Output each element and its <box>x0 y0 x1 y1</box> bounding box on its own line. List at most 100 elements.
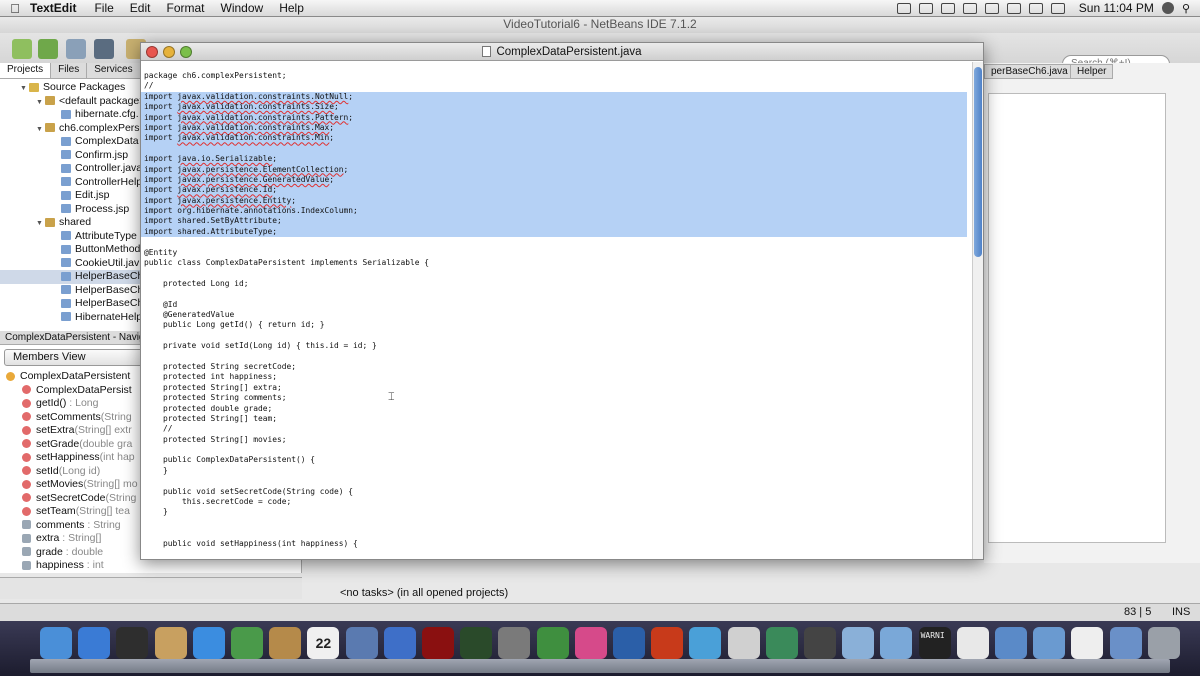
tab-services[interactable]: Services <box>87 63 141 78</box>
menu-bar:  TextEdit File Edit Format Window Help … <box>0 0 1200 17</box>
menu-format[interactable]: Format <box>166 1 204 15</box>
safari-icon[interactable] <box>192 627 225 659</box>
itunes-icon[interactable] <box>383 627 416 659</box>
member-item[interactable]: happiness : int <box>0 559 301 573</box>
preview-icon[interactable] <box>842 627 875 659</box>
dashboard-icon[interactable] <box>116 627 149 659</box>
timemachine-icon[interactable] <box>460 627 493 659</box>
code-line: this.secretCode = code; <box>144 497 973 507</box>
code-line: public class ComplexDataPersistent imple… <box>144 258 973 268</box>
code-text: package ch6.complexPersistent; <box>144 71 287 80</box>
imovie-icon[interactable] <box>804 627 836 659</box>
tab-projects[interactable]: Projects <box>0 63 52 78</box>
code-text: ; <box>334 102 339 112</box>
appstore-icon[interactable] <box>78 627 111 659</box>
facetime-icon[interactable] <box>231 627 263 659</box>
status-bar: 83 | 5 INS <box>0 603 1200 621</box>
vertical-scrollbar[interactable] <box>972 62 983 559</box>
documents-folder-icon[interactable] <box>1033 627 1066 659</box>
new-project-icon[interactable] <box>12 39 32 59</box>
expand-triangle-icon[interactable]: ▼ <box>20 82 29 96</box>
package-icon <box>45 123 55 133</box>
new-file-icon[interactable] <box>38 39 58 59</box>
status-tray: Sun 11:04 PM ⚲ <box>896 1 1190 15</box>
menu-edit[interactable]: Edit <box>130 1 151 15</box>
menu-app-name[interactable]: TextEdit <box>30 1 76 15</box>
battery-icon[interactable] <box>1050 2 1065 14</box>
code-line: protected String secretCode; <box>144 362 973 372</box>
code-text: ; <box>348 112 354 122</box>
code-line: import javax.persistence.GeneratedValue; <box>141 174 967 186</box>
fireworks-icon[interactable] <box>574 627 607 659</box>
dreamweaver-icon[interactable] <box>536 627 569 659</box>
member-name: setSecretCode <box>36 491 106 504</box>
menu-window[interactable]: Window <box>221 1 264 15</box>
window-icon[interactable] <box>918 2 933 14</box>
flash-icon[interactable] <box>651 627 684 659</box>
field-icon <box>22 560 31 570</box>
tree-item-label: ComplexData <box>75 135 139 147</box>
scroll-thumb[interactable] <box>974 67 982 257</box>
messenger-icon[interactable] <box>689 627 722 659</box>
caret-position: 83 | 5 <box>1124 606 1152 618</box>
screen-record-icon[interactable] <box>896 2 911 14</box>
expand-triangle-icon[interactable]: ▼ <box>36 217 45 231</box>
textedit-icon[interactable] <box>956 627 989 659</box>
tab-helper[interactable]: Helper <box>1070 64 1114 79</box>
finder-icon[interactable] <box>40 627 72 659</box>
spotlight-icon[interactable]: ⚲ <box>1182 2 1190 15</box>
virtualbox-icon[interactable] <box>880 627 913 659</box>
app-icon[interactable] <box>727 627 760 659</box>
file-icon[interactable] <box>1071 627 1104 659</box>
textedit-titlebar[interactable]: ComplexDataPersistent.java <box>141 43 983 61</box>
tab-files[interactable]: Files <box>51 63 88 78</box>
console-icon[interactable]: WARNI <box>918 627 951 659</box>
save-all-icon[interactable] <box>94 39 114 59</box>
menu-clock[interactable]: Sun 11:04 PM <box>1079 1 1154 15</box>
package-icon <box>45 217 55 227</box>
mail-stamp-icon[interactable] <box>154 627 187 659</box>
time-machine-icon[interactable] <box>984 2 999 14</box>
expand-triangle-icon[interactable]: ▼ <box>36 123 45 137</box>
code-text: import shared.SetByAttribute; <box>144 216 282 226</box>
bluetooth-icon[interactable] <box>962 2 977 14</box>
member-name: comments <box>36 518 85 531</box>
spelling-squiggle: javax.validation.constraints.Max <box>177 122 330 132</box>
vpn-icon[interactable] <box>940 2 955 14</box>
workbench-icon[interactable] <box>765 627 798 659</box>
close-button[interactable] <box>146 46 158 58</box>
member-name: happiness <box>36 559 84 571</box>
systemprefs-icon[interactable] <box>498 627 531 659</box>
insert-mode: INS <box>1172 606 1191 618</box>
menu-help[interactable]: Help <box>279 1 304 15</box>
file-icon <box>61 177 71 187</box>
calendar-icon[interactable]: 22 <box>307 627 340 659</box>
volume-icon[interactable] <box>1028 2 1043 14</box>
trash-icon[interactable] <box>1147 627 1180 659</box>
photoshop-icon[interactable] <box>613 627 645 659</box>
contacts-icon[interactable] <box>269 627 302 659</box>
code-line: import javax.validation.constraints.NotN… <box>141 91 967 103</box>
field-icon <box>22 533 31 543</box>
menu-file[interactable]: File <box>94 1 113 15</box>
wifi-icon[interactable] <box>1006 2 1021 14</box>
open-project-icon[interactable] <box>66 39 86 59</box>
code-line: import java.io.Serializable; <box>141 154 967 165</box>
code-text: public Long getId() { return id; } <box>144 320 325 330</box>
tree-item-label: ControllerHelp <box>75 175 143 188</box>
tree-item-label: ch6.complexPers <box>59 121 140 134</box>
text-editor[interactable]: package ch6.complexPersistent;//import j… <box>141 62 973 559</box>
apple-menu-icon[interactable]:  <box>0 1 30 16</box>
package-icon <box>45 96 55 106</box>
photobooth-icon[interactable] <box>422 627 454 659</box>
user-icon[interactable] <box>1161 2 1174 14</box>
code-line: import javax.validation.constraints.Patt… <box>141 112 967 123</box>
tab-helperbase[interactable]: perBaseCh6.java <box>984 64 1075 79</box>
zoom-button[interactable] <box>180 46 192 58</box>
downloads-icon[interactable] <box>1109 627 1142 659</box>
applications-folder-icon[interactable] <box>995 627 1027 659</box>
minimize-button[interactable] <box>163 46 175 58</box>
iphoto-icon[interactable] <box>345 627 378 659</box>
expand-triangle-icon[interactable]: ▼ <box>36 96 45 110</box>
